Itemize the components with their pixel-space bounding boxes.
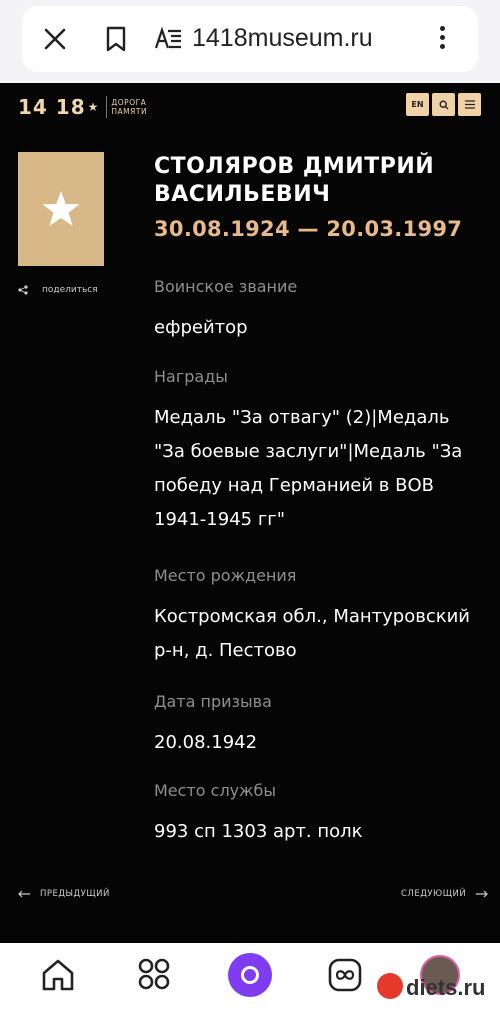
site-logo[interactable]: 14 18 ★ ДОРОГА ПАМЯТИ (18, 93, 147, 121)
logo-divider (106, 96, 108, 118)
logo-number: 14 18 (18, 95, 86, 119)
share-label: поделиться (42, 285, 98, 295)
field-value-rank: ефрейтор (154, 317, 248, 338)
watermark: diets.ru (406, 975, 486, 1000)
field-label-birthplace: Место рождения (154, 566, 297, 585)
page-content: 14 18 ★ ДОРОГА ПАМЯТИ EN поделиться СТОЛ… (0, 83, 500, 943)
arrow-left-icon (18, 890, 30, 898)
browser-toolbar: 1418museum.ru (0, 0, 500, 83)
logo-star-icon: ★ (87, 100, 99, 114)
reader-mode-icon[interactable] (154, 26, 182, 52)
field-label-conscription-date: Дата призыва (154, 692, 272, 711)
alice-icon (241, 966, 259, 984)
search-icon (438, 99, 448, 109)
close-icon[interactable] (42, 26, 68, 52)
field-label-service-place: Место службы (154, 781, 277, 800)
logo-text-line-2: ПАМЯТИ (111, 107, 148, 116)
bottom-nav: diets.ru (0, 943, 500, 1010)
next-link[interactable]: СЛЕДУЮЩИЙ (401, 889, 489, 899)
field-value-awards: Медаль "За отвагу" (2)|Медаль "За боевые… (154, 407, 463, 530)
prev-label: ПРЕДЫДУЩИЙ (40, 889, 110, 899)
field-label-awards: Награды (154, 367, 228, 386)
menu-button[interactable] (458, 93, 481, 116)
share-link[interactable]: поделиться (18, 285, 98, 295)
language-button[interactable]: EN (406, 93, 429, 116)
share-icon (18, 285, 28, 295)
arrow-right-icon (476, 890, 489, 898)
apps-grid-icon[interactable] (137, 957, 171, 991)
field-value-service-place: 993 сп 1303 арт. полк (154, 821, 363, 842)
tabs-icon[interactable] (327, 957, 363, 993)
star-icon (42, 191, 80, 226)
prev-link[interactable]: ПРЕДЫДУЩИЙ (18, 889, 110, 899)
field-value-conscription-date: 20.08.1942 (154, 732, 258, 753)
portrait-placeholder (18, 152, 104, 266)
more-menu-icon[interactable] (432, 22, 452, 56)
search-button[interactable] (432, 93, 455, 116)
diets-logo-icon (377, 973, 403, 999)
address-bar[interactable]: 1418museum.ru (22, 6, 478, 72)
url-text[interactable]: 1418museum.ru (192, 24, 373, 53)
field-label-rank: Воинское звание (154, 277, 298, 296)
logo-text: ДОРОГА ПАМЯТИ (111, 98, 147, 116)
hamburger-icon (464, 100, 475, 109)
field-value-birthplace: Костромская обл., Мантуровский р-н, д. П… (154, 606, 471, 661)
next-label: СЛЕДУЮЩИЙ (401, 889, 467, 899)
home-icon[interactable] (40, 957, 76, 993)
alice-assistant-button[interactable] (228, 953, 272, 997)
person-name: СТОЛЯРОВ ДМИТРИЙ ВАСИЛЬЕВИЧ (154, 154, 435, 207)
life-dates: 30.08.1924 — 20.03.1997 (154, 217, 463, 241)
bookmark-icon[interactable] (104, 25, 128, 53)
logo-text-line-1: ДОРОГА (111, 98, 147, 107)
